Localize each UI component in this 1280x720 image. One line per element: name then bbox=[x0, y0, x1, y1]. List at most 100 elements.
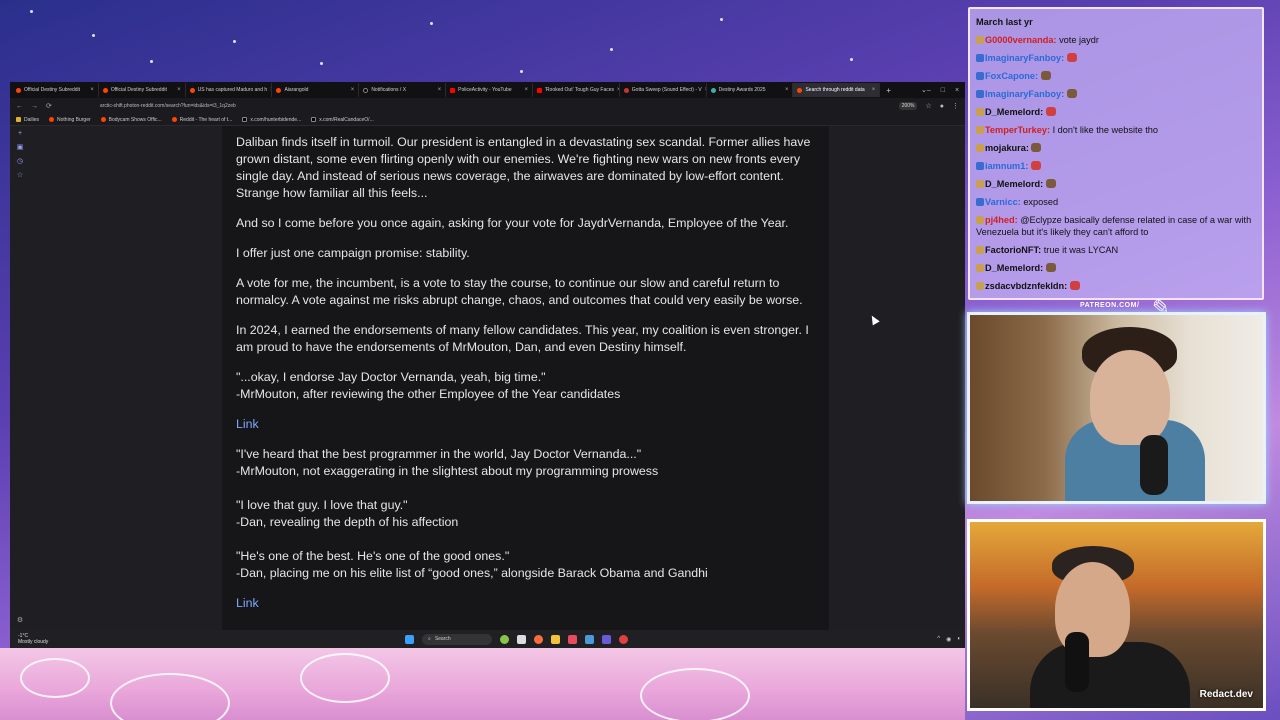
chat-username[interactable]: iamnum1: bbox=[985, 161, 1028, 171]
emote-icon bbox=[1066, 89, 1077, 98]
browser-tab[interactable]: 'Rooked Out' Tough Guy Faces× bbox=[533, 83, 620, 97]
settings-icon[interactable]: ⚙ bbox=[17, 616, 23, 624]
chat-username[interactable]: D_Memelord: bbox=[985, 107, 1043, 117]
library-icon[interactable]: ▣ bbox=[17, 143, 24, 151]
bookmark-item[interactable]: Nothing Burger bbox=[49, 117, 91, 123]
browser-tab[interactable]: PoliceActivity - YouTube × bbox=[446, 83, 533, 97]
close-icon[interactable]: × bbox=[785, 87, 789, 93]
tab-label: Destiny Awards 2025 bbox=[718, 87, 766, 93]
chat-badge-icon bbox=[976, 36, 984, 44]
browser-tab[interactable]: US has captured Maduro and h× bbox=[186, 83, 273, 97]
address-bar: ← → ⟳ arctic-shift.photon-reddit.com/sea… bbox=[10, 98, 965, 114]
chat-username[interactable]: Varnicc: bbox=[985, 197, 1021, 207]
extension-icon[interactable]: ● bbox=[940, 103, 944, 110]
chat-badge-icon bbox=[976, 72, 984, 80]
app-icon[interactable] bbox=[568, 634, 577, 644]
chat-badge-icon bbox=[976, 264, 984, 272]
close-icon[interactable]: × bbox=[524, 87, 528, 93]
system-tray: ^ ◉ ◐ bbox=[937, 636, 965, 643]
bookmark-item[interactable]: Reddit - The heart of t... bbox=[171, 117, 232, 123]
menu-icon[interactable]: ⋮ bbox=[952, 102, 959, 110]
browser-tab[interactable]: Official Destiny Subreddit × bbox=[12, 83, 99, 97]
back-icon[interactable]: ← bbox=[16, 103, 23, 110]
star-icon[interactable]: ☆ bbox=[17, 171, 23, 179]
chat-badge-icon bbox=[976, 126, 984, 134]
reddit-icon bbox=[189, 87, 195, 93]
chat-message: FoxCapone: bbox=[976, 67, 1256, 85]
post-paragraph: Daliban finds itself in turmoil. Our pre… bbox=[236, 135, 811, 200]
volume-icon[interactable]: ◐ bbox=[957, 636, 961, 643]
post-link[interactable]: Link bbox=[236, 416, 815, 433]
network-icon[interactable]: ◉ bbox=[946, 636, 951, 643]
start-icon[interactable] bbox=[405, 634, 414, 644]
close-icon[interactable]: × bbox=[438, 87, 442, 93]
chat-message: Varnicc: exposed bbox=[976, 193, 1256, 211]
bookmark-favicon-icon bbox=[100, 117, 106, 122]
browser-tab[interactable]: Search through reddit data × bbox=[793, 83, 881, 97]
tab-label: Official Destiny Subreddit bbox=[24, 87, 81, 93]
bookmark-item[interactable]: Bodycam Shows Offic... bbox=[100, 116, 162, 123]
steam-icon[interactable] bbox=[585, 634, 594, 644]
tab-strip: Official Destiny Subreddit × Official Dest… bbox=[10, 82, 965, 98]
post-paragraph: I offer just one campaign promise: stabi… bbox=[236, 246, 470, 260]
chat-message: TemperTurkey: I don't like the website t… bbox=[976, 121, 1256, 139]
chat-message: pj4hed: @Eclypze basically defense relat… bbox=[976, 214, 1256, 238]
browser-app-icon[interactable] bbox=[534, 634, 543, 644]
window-controls: – □ × bbox=[927, 87, 965, 94]
bookmark-item[interactable]: x.com/RealCandaceO/... bbox=[311, 117, 374, 123]
chat-username[interactable]: D_Memelord: bbox=[985, 179, 1043, 189]
minimize-icon[interactable]: – bbox=[927, 87, 931, 94]
chat-username[interactable]: zsdacvbdznfekldn: bbox=[985, 281, 1067, 291]
chat-message: ImaginaryFanboy: bbox=[976, 85, 1256, 103]
close-icon[interactable]: × bbox=[872, 87, 876, 93]
chat-username[interactable]: D_Memelord: bbox=[985, 263, 1043, 273]
endorsement-quote: "He's one of the best. He's one of the g… bbox=[236, 549, 708, 580]
new-tab-icon[interactable]: + bbox=[880, 86, 891, 95]
close-icon[interactable]: × bbox=[90, 87, 94, 93]
chat-username[interactable]: FoxCapone: bbox=[985, 71, 1038, 81]
bookmark-star-icon[interactable]: ☆ bbox=[925, 102, 931, 110]
close-icon[interactable]: × bbox=[177, 87, 181, 93]
browser-tab[interactable]: Official Destiny Subreddit × bbox=[99, 83, 186, 97]
chat-badge-icon bbox=[976, 162, 984, 170]
forward-icon[interactable]: → bbox=[31, 103, 38, 110]
chat-username[interactable]: TemperTurkey: bbox=[985, 125, 1050, 135]
url-field[interactable]: arctic-shift.photon-reddit.com/search?fu… bbox=[100, 103, 236, 109]
bookmark-label: Bodycam Shows Offic... bbox=[108, 116, 162, 123]
chat-username[interactable]: mojakura: bbox=[985, 143, 1029, 153]
emote-icon bbox=[1069, 281, 1080, 290]
chat-username[interactable]: pj4hed: bbox=[985, 215, 1018, 225]
chevron-up-icon[interactable]: ^ bbox=[937, 636, 940, 643]
tab-label: PoliceActivity - YouTube bbox=[458, 87, 512, 93]
browser-tab[interactable]: Destiny Awards 2025 × bbox=[707, 83, 794, 97]
search-icon bbox=[797, 87, 803, 93]
emote-icon bbox=[1031, 143, 1042, 152]
browser-tab[interactable]: Aiarangold × bbox=[272, 83, 360, 97]
maximize-icon[interactable]: □ bbox=[941, 87, 945, 94]
patreon-label: PATREON.COM/ bbox=[1080, 302, 1140, 309]
task-view-icon[interactable] bbox=[517, 634, 526, 644]
browser-tab[interactable]: Notifications / X × bbox=[359, 83, 447, 97]
file-explorer-icon[interactable] bbox=[551, 634, 560, 644]
discord-icon[interactable] bbox=[602, 634, 611, 644]
chat-username[interactable]: ImaginaryFanboy: bbox=[985, 53, 1064, 63]
weather-widget[interactable]: -1°C Mostly cloudy bbox=[10, 633, 48, 645]
widget-icon[interactable] bbox=[500, 634, 509, 644]
zoom-indicator[interactable]: 200% bbox=[898, 102, 918, 110]
chat-username[interactable]: FactorioNFT: bbox=[985, 245, 1041, 255]
bookmark-item[interactable]: Dailies bbox=[16, 117, 39, 123]
bookmark-favicon-icon bbox=[171, 117, 177, 122]
close-window-icon[interactable]: × bbox=[955, 87, 959, 94]
post-paragraph: And so I come before you once again, ask… bbox=[236, 216, 789, 230]
reload-icon[interactable]: ⟳ bbox=[46, 102, 52, 110]
history-icon[interactable]: ◷ bbox=[17, 157, 23, 165]
browser-tab[interactable]: Gotta Sweep (Sound Effect) - V× bbox=[620, 83, 707, 97]
close-icon[interactable]: × bbox=[351, 87, 355, 93]
chat-username[interactable]: G0000vernanda: bbox=[985, 35, 1057, 45]
bookmark-item[interactable]: x.com/hunterbidende... bbox=[242, 117, 301, 123]
post-link[interactable]: Link bbox=[236, 595, 815, 612]
record-icon[interactable] bbox=[619, 634, 628, 644]
chat-username[interactable]: ImaginaryFanboy: bbox=[985, 89, 1064, 99]
taskbar-search[interactable]: ⌕ Search bbox=[422, 633, 492, 645]
plus-icon[interactable]: + bbox=[18, 130, 22, 137]
